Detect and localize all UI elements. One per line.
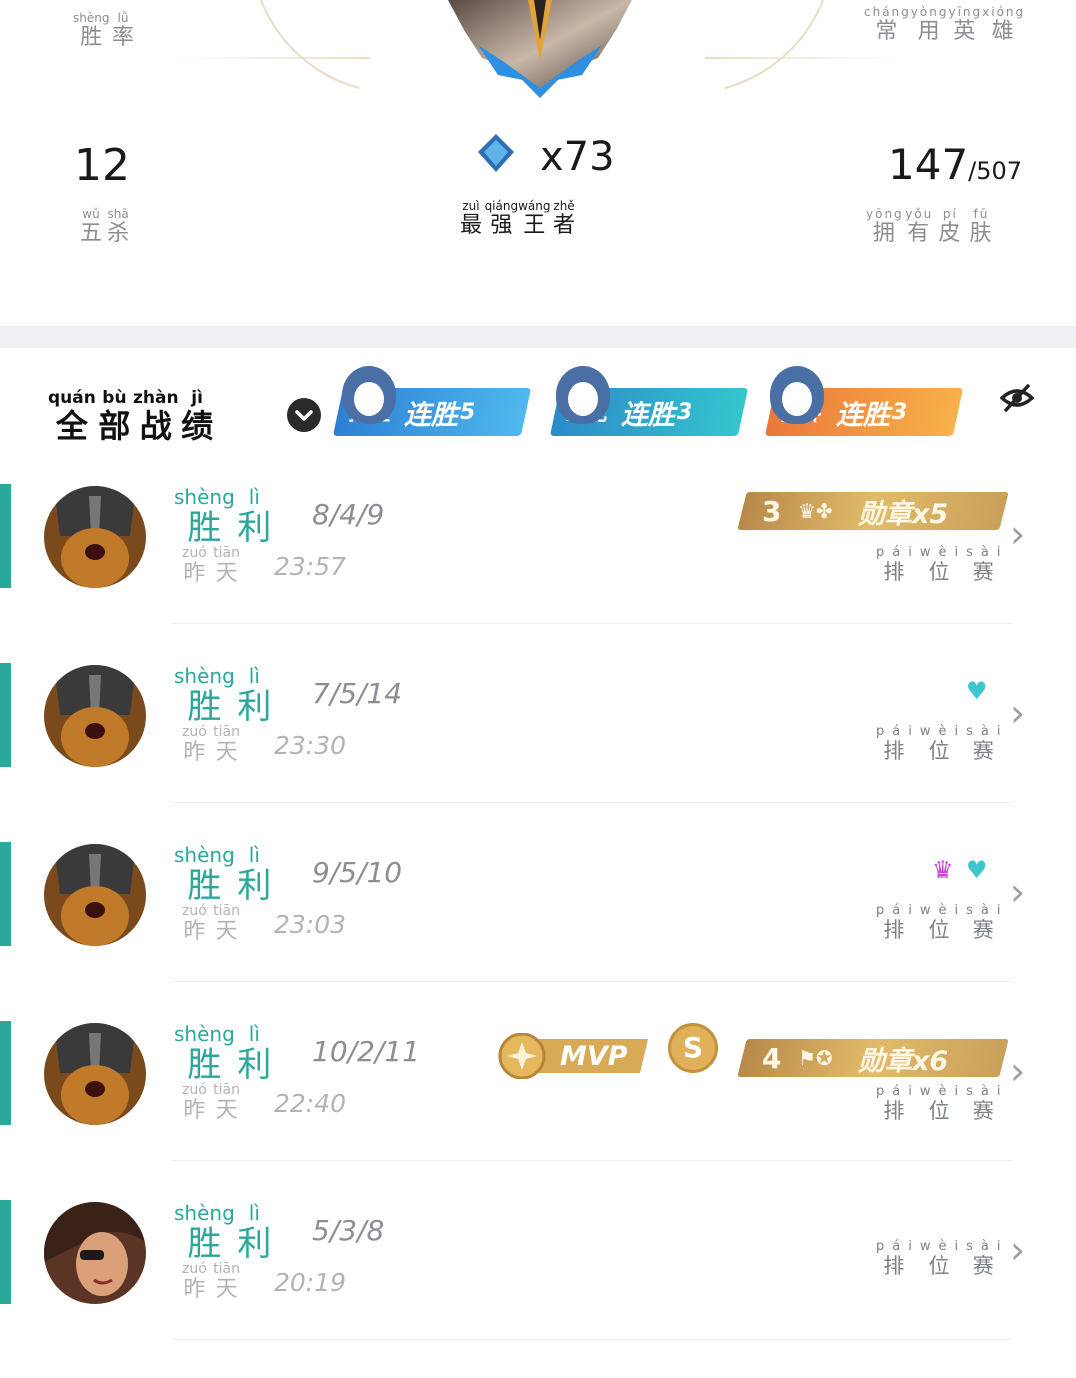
s-badge-icon: S [668,1023,718,1073]
hero-avatar [44,844,146,946]
section-divider [0,326,1076,348]
win-indicator-bar [0,1200,11,1304]
mode-label: 排pái位wèi赛sài [876,1239,1009,1278]
common-heroes-label: 常cháng 用yòng 英yīng 雄xióng [864,5,1026,44]
result-label: 胜shèng 利lì [174,1201,272,1264]
row-divider [172,981,1012,982]
row-divider [172,1160,1012,1161]
decor-line-left [170,57,370,59]
mode-label: 排pái位wèi赛sài [876,1084,1009,1123]
row-divider [172,802,1012,803]
day-label: 昨zuó 天tiān [182,903,241,944]
result-label: 胜shèng 利lì [174,664,272,727]
mode-label: 排pái位wèi赛sài [876,903,1009,942]
diamond-icon [478,134,514,172]
result-label: 胜shèng 利lì [174,485,272,548]
kda-text: 10/2/11 [312,1035,420,1068]
eye-slash-icon[interactable] [1000,384,1034,412]
row-divider [172,1339,1012,1340]
day-label: 昨zuó 天tiān [182,1082,241,1123]
chevron-right-icon[interactable]: › [1010,512,1025,556]
time-text: 23:57 [274,552,347,581]
medal-badge: 3 ♛✤ 勋章x5 [737,492,1009,530]
time-text: 20:19 [274,1268,347,1297]
pentakill-label: 五wǔ 杀shā [80,207,130,246]
skins-count: 147/507 [888,140,1023,189]
match-row[interactable]: 胜shèng 利lì 5/3/8 昨zuó 天tiān 20:19 排pái位w… [0,1190,1076,1369]
kda-text: 8/4/9 [312,498,385,531]
hero-avatar [44,665,146,767]
match-row[interactable]: 胜shèng 利lì 9/5/10 昨zuó 天tiān 23:03 ♛ ♥ 排… [0,832,1076,1011]
time-text: 23:30 [274,731,347,760]
mode-label: 排pái位wèi赛sài [876,724,1009,763]
crown-icon: ♛ [932,856,954,884]
mvp-badge: MVP [492,1032,650,1080]
day-label: 昨zuó 天tiān [182,724,241,765]
chevron-right-icon[interactable]: › [1010,691,1025,735]
win-indicator-bar [0,484,11,588]
heart-plus-icon: ♥ [966,856,988,884]
result-label: 胜shèng 利lì [174,843,272,906]
chevron-right-icon[interactable]: › [1010,1228,1025,1272]
mode-label: 排pái位wèi赛sài [876,545,1009,584]
day-label: 昨zuó 天tiān [182,1261,241,1302]
penguin-mascot-icon [556,366,610,424]
kda-text: 9/5/10 [312,856,403,889]
result-label: 胜shèng 利lì [174,1022,272,1085]
win-indicator-bar [0,1021,11,1125]
medal-emblem-icon: ⚑✪ [798,1046,833,1070]
chevron-down-icon[interactable] [287,398,321,432]
strongest-king-label: 最zuì 强qiáng 王wáng 者zhě [460,199,576,238]
win-rate-label: 胜shèng 率lǜ [73,11,135,50]
all-records-dropdown-label[interactable]: 全quán 部bù 战zhàn 绩jì [48,388,213,447]
medal-emblem-icon: ♛✤ [798,499,833,523]
mvp-label: MVP [560,1041,628,1072]
chevron-right-icon[interactable]: › [1010,1049,1025,1093]
medal-badge: 4 ⚑✪ 勋章x6 [737,1039,1009,1077]
rank-emblem-icon [448,0,632,98]
kda-text: 5/3/8 [312,1214,385,1247]
pentakill-count: 12 [74,140,130,191]
hero-avatar [44,1023,146,1125]
match-row[interactable]: 胜shèng 利lì 10/2/11 昨zuó 天tiān 22:40 MVP … [0,1011,1076,1190]
win-indicator-bar [0,663,11,767]
hero-avatar [44,1202,146,1304]
kda-text: 7/5/14 [312,677,403,710]
chevron-right-icon[interactable]: › [1010,870,1025,914]
hero-avatar [44,486,146,588]
match-row[interactable]: 胜shèng 利lì 8/4/9 昨zuó 天tiān 23:57 3 ♛✤ 勋章x… [0,474,1076,653]
penguin-mascot-icon [342,366,396,424]
win-indicator-bar [0,842,11,946]
row-divider [172,623,1012,624]
time-text: 22:40 [274,1089,347,1118]
skins-label: 拥yōng 有yǒu 皮pí 肤fū [866,207,994,246]
heart-plus-icon: ♥ [966,677,988,705]
penguin-mascot-icon [770,366,824,424]
day-label: 昨zuó 天tiān [182,545,241,586]
strongest-king-count: x73 [540,134,615,180]
time-text: 23:03 [274,910,347,939]
match-row[interactable]: 胜shèng 利lì 7/5/14 昨zuó 天tiān 23:30 ♥ 排pá… [0,653,1076,832]
decor-line-right [705,57,905,59]
